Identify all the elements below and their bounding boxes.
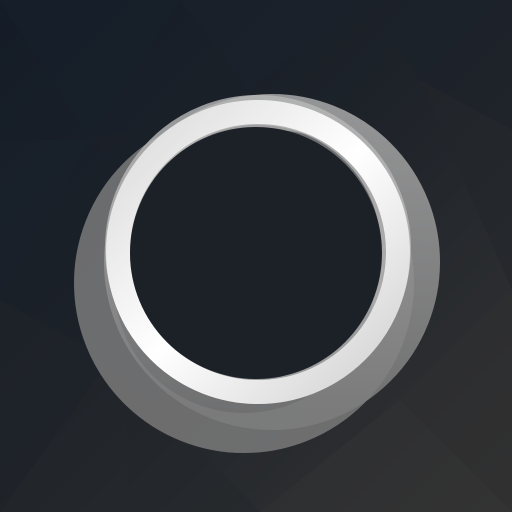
ring-logo-icon [0, 0, 512, 512]
ring-center [130, 127, 382, 379]
app-icon [0, 0, 512, 512]
